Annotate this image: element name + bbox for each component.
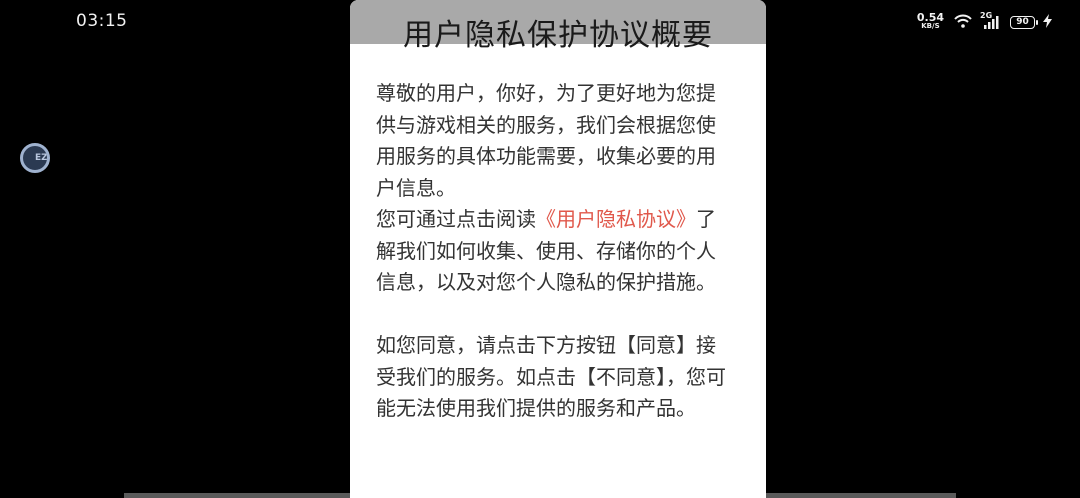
charging-bolt-icon <box>1043 13 1052 32</box>
dialog-title: 用户隐私保护协议概要 <box>403 18 713 53</box>
privacy-link-paragraph: 您可通过点击阅读《用户隐私协议》了解我们如何收集、使用、存储你的个人信息，以及对… <box>376 204 732 299</box>
screen: 03:15 0.54 KB/S 2G 90 EZ 用户隐私保护协议概要 尊敬的用… <box>0 0 1080 498</box>
network-speed-unit: KB/S <box>921 22 940 30</box>
battery-icon: 90 <box>1010 15 1038 29</box>
battery-level: 90 <box>1016 16 1029 27</box>
privacy-link-prefix: 您可通过点击阅读 <box>376 207 536 231</box>
status-time: 03:15 <box>76 11 128 31</box>
privacy-dialog: 用户隐私保护协议概要 尊敬的用户，你好，为了更好地为您提供与游戏相关的服务，我们… <box>350 0 766 498</box>
floating-assistant-bubble[interactable]: EZ <box>20 143 50 173</box>
dialog-body: 尊敬的用户，你好，为了更好地为您提供与游戏相关的服务，我们会根据您使用服务的具体… <box>376 78 732 425</box>
intro-paragraph: 尊敬的用户，你好，为了更好地为您提供与游戏相关的服务，我们会根据您使用服务的具体… <box>376 81 716 200</box>
cellular-signal-icon: 2G <box>980 11 1002 30</box>
network-speed: 0.54 KB/S <box>916 11 944 31</box>
privacy-agreement-link[interactable]: 《用户隐私协议》 <box>536 207 696 231</box>
floating-bubble-text: EZ <box>35 153 48 163</box>
status-icons: 0.54 KB/S 2G 90 <box>917 11 1052 33</box>
consent-paragraph: 如您同意，请点击下方按钮【同意】接受我们的服务。如点击【不同意】，您可能无法使用… <box>376 333 726 420</box>
network-speed-value: 0.54 <box>916 11 944 24</box>
wifi-icon <box>954 13 972 32</box>
